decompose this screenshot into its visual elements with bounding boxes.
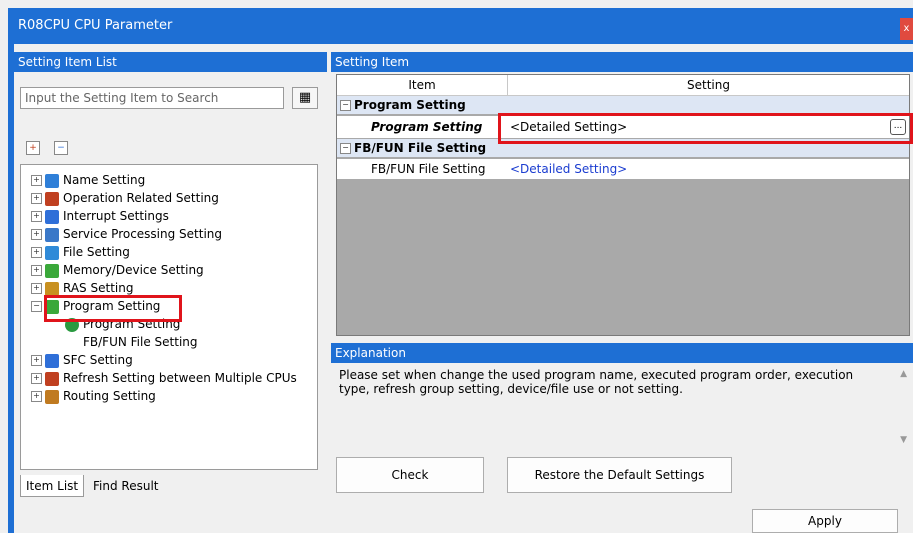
collapse-icon[interactable]: − <box>340 143 351 154</box>
item-fb-fun-file-setting: FB/FUN File Setting <box>371 162 486 176</box>
scroll-down-icon[interactable]: ▼ <box>900 435 907 445</box>
expand-icon[interactable]: + <box>31 265 42 276</box>
tree-item-service[interactable]: + Service Processing Setting <box>31 225 222 243</box>
expand-all-icon[interactable]: + <box>26 141 40 155</box>
file-icon <box>45 245 59 260</box>
tree-item-routing[interactable]: + Routing Setting <box>31 387 156 405</box>
highlight-program-setting-tree <box>44 295 182 322</box>
tree-item-memory[interactable]: + Memory/Device Setting <box>31 261 204 279</box>
tree-item-fb-fun-file[interactable]: FB/FUN File Setting <box>83 333 198 351</box>
expand-icon[interactable]: + <box>31 175 42 186</box>
expand-icon[interactable]: + <box>31 229 42 240</box>
row-fb-fun-file-setting[interactable]: FB/FUN File Setting <Detailed Setting> <box>337 159 909 179</box>
name-icon <box>45 173 59 188</box>
refresh-icon <box>45 371 59 386</box>
explanation-header: Explanation <box>331 343 913 363</box>
service-icon <box>45 227 59 242</box>
explanation-panel: Please set when change the used program … <box>331 363 913 451</box>
apply-button[interactable]: Apply <box>752 509 898 533</box>
expand-icon[interactable]: + <box>31 247 42 258</box>
window-title: R08CPU CPU Parameter <box>18 18 173 33</box>
tree-item-operation[interactable]: + Operation Related Setting <box>31 189 219 207</box>
operation-icon <box>45 191 59 206</box>
check-button[interactable]: Check <box>336 457 484 493</box>
setting-item-list-header: Setting Item List <box>14 52 327 72</box>
ras-icon <box>45 281 59 296</box>
memory-icon <box>45 263 59 278</box>
group-row-program-setting[interactable]: − Program Setting <box>337 96 909 114</box>
close-button[interactable]: x <box>900 18 913 40</box>
search-button[interactable]: ▦ <box>292 87 318 109</box>
expand-icon[interactable]: + <box>31 355 42 366</box>
setting-item-header: Setting Item <box>331 52 913 72</box>
expand-icon[interactable]: + <box>31 193 42 204</box>
collapse-all-icon[interactable]: − <box>54 141 68 155</box>
tree-item-file[interactable]: + File Setting <box>31 243 130 261</box>
sfc-icon <box>45 353 59 368</box>
expand-icon[interactable]: + <box>31 373 42 384</box>
collapse-icon[interactable]: − <box>340 100 351 111</box>
value-fb-fun-file-setting[interactable]: <Detailed Setting> <box>510 159 627 179</box>
expand-icon[interactable]: + <box>31 391 42 402</box>
column-header-item: Item <box>337 75 508 96</box>
tab-find-result[interactable]: Find Result <box>88 475 163 497</box>
tree-item-sfc[interactable]: + SFC Setting <box>31 351 133 369</box>
scroll-up-icon[interactable]: ▲ <box>900 369 907 379</box>
tree-item-name-setting[interactable]: + Name Setting <box>31 171 145 189</box>
binoculars-icon: ▦ <box>298 90 312 105</box>
routing-icon <box>45 389 59 404</box>
tab-item-list[interactable]: Item List <box>20 475 85 497</box>
tree-item-refresh[interactable]: + Refresh Setting between Multiple CPUs <box>31 369 297 387</box>
expand-icon[interactable]: + <box>31 211 42 222</box>
restore-defaults-button[interactable]: Restore the Default Settings <box>507 457 732 493</box>
column-header-setting: Setting <box>508 75 909 96</box>
expand-icon[interactable]: + <box>31 283 42 294</box>
item-program-setting: Program Setting <box>371 120 483 134</box>
tree-item-interrupt[interactable]: + Interrupt Settings <box>31 207 169 225</box>
collapse-icon[interactable]: − <box>31 301 42 312</box>
highlight-program-setting-value <box>498 113 913 144</box>
window-title-bar: R08CPU CPU Parameter x <box>8 8 913 44</box>
window-left-border <box>8 44 14 533</box>
search-input[interactable]: Input the Setting Item to Search <box>20 87 284 109</box>
interrupt-icon <box>45 209 59 224</box>
explanation-text: Please set when change the used program … <box>339 368 854 396</box>
